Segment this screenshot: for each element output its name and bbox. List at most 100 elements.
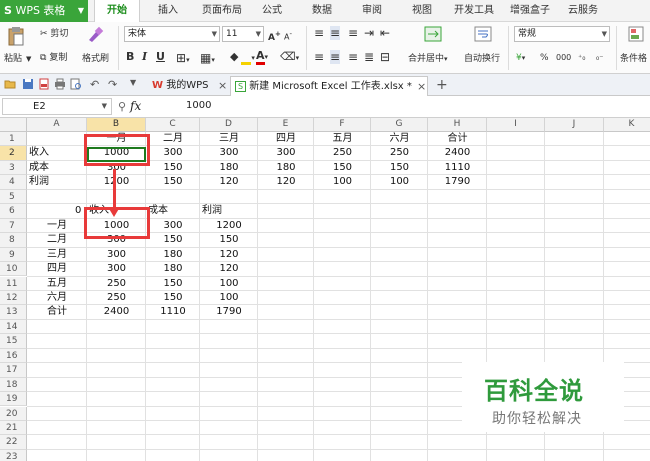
indent-button[interactable]: ⇥	[364, 26, 374, 40]
cell[interactable]: 100	[314, 175, 371, 189]
cell[interactable]: 0	[75, 204, 81, 218]
wps-app-menu-button[interactable]: S WPS 表格 ▼	[0, 0, 88, 22]
cell[interactable]: 1790	[200, 305, 258, 319]
cell[interactable]: 180	[258, 161, 314, 175]
cell[interactable]: 四月	[258, 132, 314, 146]
cell[interactable]: 六月	[27, 291, 87, 305]
conditional-format-button[interactable]: 条件格	[620, 52, 647, 66]
column-header-c[interactable]: C	[146, 118, 200, 132]
cell-style-button[interactable]: ▦▾	[200, 51, 215, 67]
zoom-search-icon[interactable]: ⚲	[118, 100, 126, 113]
align-top-button[interactable]: ≡	[314, 26, 324, 40]
decrease-font-size-button[interactable]: A-	[284, 27, 292, 45]
cell[interactable]: 1200	[87, 175, 146, 189]
wrap-text-button[interactable]: 自动换行	[464, 52, 500, 66]
tab-home[interactable]: 开始	[94, 0, 140, 22]
cell[interactable]: 2400	[428, 146, 487, 160]
cell[interactable]: 利润	[27, 175, 87, 189]
column-header-b[interactable]: B	[87, 118, 146, 132]
cell[interactable]: 1790	[428, 175, 487, 189]
merge-center-icon-button[interactable]	[424, 26, 442, 42]
column-header-g[interactable]: G	[371, 118, 428, 132]
cell[interactable]: 合计	[27, 305, 87, 319]
cell[interactable]: 三月	[200, 132, 258, 146]
row-header-22[interactable]: 22	[0, 435, 27, 450]
cell[interactable]: 150	[146, 161, 200, 175]
row-header-3[interactable]: 3	[0, 160, 27, 176]
row-header-10[interactable]: 10	[0, 262, 27, 277]
paste-dropdown-icon[interactable]: ▼	[26, 52, 31, 66]
copy-button[interactable]: ⧉ 复制	[40, 51, 67, 65]
cell[interactable]: 300	[87, 262, 146, 276]
row-header-7[interactable]: 7	[0, 218, 27, 234]
cell[interactable]: 300	[146, 219, 200, 233]
cell[interactable]: 250	[87, 291, 146, 305]
column-header-d[interactable]: D	[200, 118, 258, 132]
cell[interactable]: 100	[200, 277, 258, 291]
new-tab-button[interactable]: +	[432, 76, 448, 96]
conditional-format-icon-button[interactable]	[628, 26, 644, 42]
row-header-4[interactable]: 4	[0, 175, 27, 190]
cell[interactable]: 150	[146, 277, 200, 291]
cell[interactable]: 180	[200, 161, 258, 175]
underline-button[interactable]: U	[156, 50, 165, 63]
outdent-button[interactable]: ⇤	[380, 26, 390, 40]
row-header-12[interactable]: 12	[0, 290, 27, 306]
paste-button[interactable]	[6, 26, 26, 46]
cell[interactable]: 150	[200, 233, 258, 247]
cell[interactable]: 收入	[27, 146, 87, 160]
cell[interactable]: 150	[146, 233, 200, 247]
cell[interactable]: 250	[314, 146, 371, 160]
cut-button[interactable]: ✂ 剪切	[40, 27, 68, 41]
cell[interactable]: 2400	[87, 305, 146, 319]
column-header-e[interactable]: E	[258, 118, 314, 132]
column-header-i[interactable]: I	[487, 118, 545, 132]
cell[interactable]: 180	[146, 248, 200, 262]
row-header-15[interactable]: 15	[0, 334, 27, 349]
row-header-23[interactable]: 23	[0, 449, 27, 461]
close-icon[interactable]: ×	[218, 76, 227, 95]
align-middle-button[interactable]: ≡	[330, 26, 341, 40]
tab-cloud-service[interactable]: 云服务	[568, 0, 598, 22]
tab-formulas[interactable]: 公式	[262, 0, 282, 22]
font-name-select[interactable]: 宋体 ▼	[124, 26, 220, 42]
clear-format-button[interactable]: ⌫▾	[280, 50, 299, 65]
border-button[interactable]: ⊞▾	[176, 51, 190, 67]
decrease-decimal-button[interactable]: ₀⁻	[596, 51, 603, 65]
align-left-button[interactable]: ≡	[314, 50, 324, 64]
row-header-21[interactable]: 21	[0, 421, 27, 436]
tab-insert[interactable]: 插入	[158, 0, 178, 22]
cell[interactable]: 二月	[146, 132, 200, 146]
bold-button[interactable]: B	[126, 50, 134, 63]
row-header-2[interactable]: 2	[0, 146, 27, 161]
merge-center-button[interactable]: 合并居中▾	[408, 52, 448, 66]
cell[interactable]: 五月	[314, 132, 371, 146]
row-header-19[interactable]: 19	[0, 392, 27, 407]
cell[interactable]: 二月	[27, 233, 87, 247]
tab-enhance-box[interactable]: 增强盒子	[510, 0, 550, 22]
cell[interactable]: 120	[258, 175, 314, 189]
cell[interactable]: 一月	[27, 219, 87, 233]
cell[interactable]: 合计	[428, 132, 487, 146]
export-pdf-icon[interactable]	[38, 78, 50, 91]
cell[interactable]: 三月	[27, 248, 87, 262]
tab-excel-workbook[interactable]: S 新建 Microsoft Excel 工作表.xlsx * ×	[230, 76, 428, 96]
cell[interactable]: 150	[146, 175, 200, 189]
tab-review[interactable]: 审阅	[362, 0, 382, 22]
save-icon[interactable]	[22, 78, 34, 91]
number-format-select[interactable]: 常规 ▼	[514, 26, 610, 42]
tab-developer[interactable]: 开发工具	[454, 0, 494, 22]
column-header-f[interactable]: F	[314, 118, 371, 132]
cell[interactable]: 1110	[428, 161, 487, 175]
cell[interactable]: 150	[371, 161, 428, 175]
column-header-a[interactable]: A	[27, 118, 87, 132]
row-header-17[interactable]: 17	[0, 363, 27, 378]
print-icon[interactable]	[54, 78, 66, 91]
cell[interactable]: 300	[146, 146, 200, 160]
row-header-8[interactable]: 8	[0, 233, 27, 248]
cell[interactable]: 300	[258, 146, 314, 160]
cell[interactable]: 300	[200, 146, 258, 160]
insert-function-button[interactable]: fx	[130, 99, 141, 113]
column-header-h[interactable]: H	[428, 118, 487, 132]
open-folder-icon[interactable]	[4, 78, 16, 91]
